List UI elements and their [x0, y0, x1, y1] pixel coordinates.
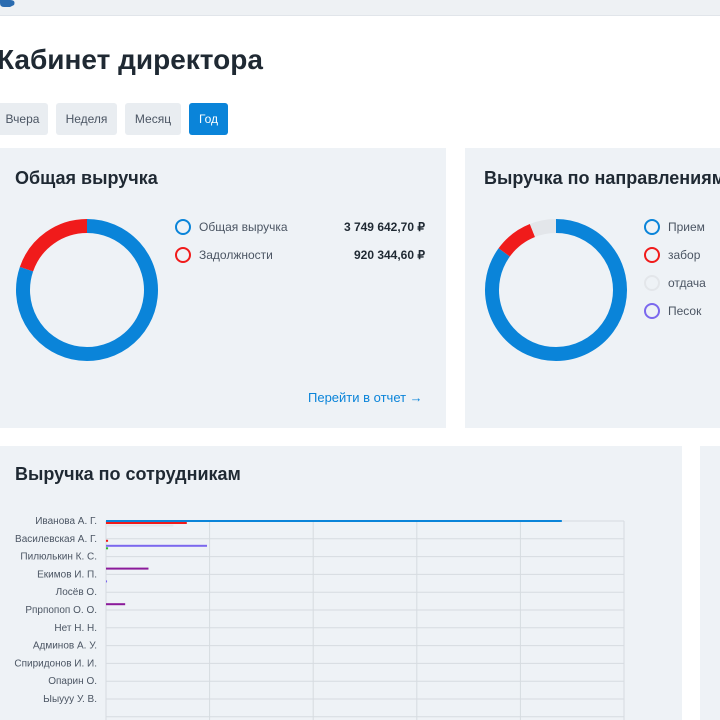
revenue-by-direction-card: Выручка по направлениям Прием забор отда…: [465, 148, 720, 428]
next-card-edge: [700, 446, 720, 720]
direction-slice-1: [498, 223, 536, 257]
employee-label: Опарин О.: [48, 676, 97, 687]
total-revenue-donut-chart: [16, 219, 158, 361]
go-to-report-link[interactable]: Перейти в отчет →: [308, 390, 423, 405]
total-revenue-title: Общая выручка: [15, 168, 158, 188]
page-title: Кабинет директора: [0, 44, 263, 75]
legend-marker-priem: [644, 219, 660, 235]
employee-bar: [106, 539, 109, 542]
legend-marker-otdacha: [644, 275, 660, 291]
top-bar: [0, 0, 720, 16]
employee-label: Ыыууу У. В.: [43, 694, 97, 705]
period-week-button[interactable]: Неделя: [56, 103, 117, 135]
employee-bar: [106, 522, 187, 524]
revenue-by-employee-bar-chart: Иванова А. Г. Василевская А. Г. Пилюлькин …: [14, 516, 625, 720]
employee-label: Админов А. У.: [33, 641, 97, 652]
employee-label: Пилюлькин К. С.: [20, 552, 97, 563]
legend-value-debt: 920 344,60 ₽: [353, 248, 425, 262]
employee-label: Екимов И. П.: [37, 569, 97, 580]
legend-label-pesok: Песок: [668, 304, 702, 318]
legend-marker-pesok: [644, 303, 660, 319]
employee-bar: [106, 603, 126, 606]
revenue-by-employee-card: Выручка по сотрудникам Иванова А. Г. Васи…: [0, 446, 682, 720]
direction-slice-2: [529, 219, 557, 238]
total-revenue-slice-1: [19, 219, 88, 272]
legend-item-total: Общая выручка 3 749 642,70 ₽: [175, 218, 425, 236]
legend-marker-total: [175, 219, 191, 235]
legend-label-total: Общая выручка: [199, 220, 288, 234]
period-month-button[interactable]: Месяц: [125, 103, 181, 135]
legend-label-debt: Задолжности: [199, 248, 273, 262]
revenue-by-direction-title: Выручка по направлениям: [484, 168, 720, 188]
employee-bar: [106, 544, 208, 547]
legend-label-zabor: забор: [668, 248, 701, 262]
legend-label-otdacha: отдача: [668, 276, 706, 290]
legend-item-otdacha: отдача: [644, 274, 720, 292]
legend-item-pesok: Песок: [644, 302, 720, 320]
employee-bar: [106, 547, 109, 550]
employee-bar: [106, 520, 562, 522]
legend-marker-zabor: [644, 247, 660, 263]
employee-label: Нет Н. Н.: [54, 623, 97, 634]
legend-marker-debt: [175, 247, 191, 263]
total-revenue-card: Общая выручка Общая выручка 3 749 642,70…: [0, 148, 446, 428]
legend-item-priem: Прием: [644, 218, 720, 236]
legend-value-total: 3 749 642,70 ₽: [343, 220, 425, 234]
legend-item-debt: Задолжности 920 344,60 ₽: [175, 246, 425, 264]
period-year-button[interactable]: Год: [189, 103, 228, 135]
employee-bar: [106, 580, 108, 583]
legend-label-priem: Прием: [668, 220, 705, 234]
legend-item-zabor: забор: [644, 246, 720, 264]
period-yesterday-button[interactable]: Вчера: [0, 103, 48, 135]
employee-label: Спиридонов И. И.: [14, 658, 97, 669]
employee-label: Иванова А. Г.: [35, 516, 97, 527]
employee-label: Рпрпопоп О. О.: [25, 605, 97, 616]
employee-bar: [106, 524, 174, 527]
employee-label: Василевская А. Г.: [15, 534, 97, 545]
revenue-by-direction-donut-chart: [485, 219, 627, 361]
logo-icon: [0, 0, 15, 7]
employee-bar: [106, 567, 149, 570]
employee-label: Лосёв О.: [56, 587, 97, 598]
